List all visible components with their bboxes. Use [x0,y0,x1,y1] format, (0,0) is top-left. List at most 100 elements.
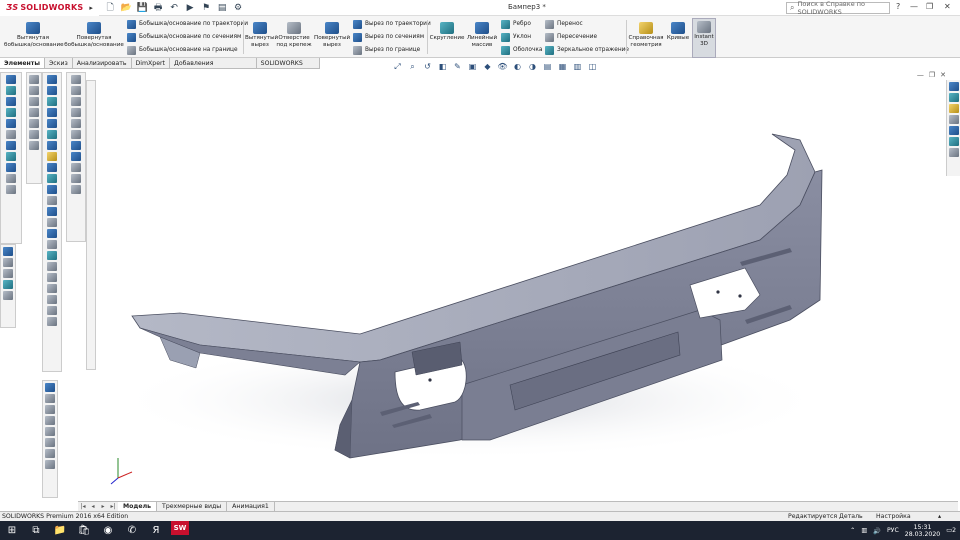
design-library-icon[interactable] [948,93,959,102]
left-tool-icon[interactable] [71,174,81,183]
select-icon[interactable]: ▶ [183,2,197,14]
rib-button[interactable]: Ребро [501,18,531,30]
hole-wizard-button[interactable]: Отверстие под крепеж [276,20,312,48]
tab-scroll-prev-icon[interactable]: ◂ [88,503,98,510]
left-tool-icon[interactable] [71,163,81,172]
left-tool-icon[interactable] [6,185,16,194]
rebuild-icon[interactable]: ⚑ [199,2,213,14]
lofted-cut-button[interactable]: Вырез по сечениям [353,31,424,43]
left-tool-icon[interactable] [6,108,16,117]
revolved-boss-button[interactable]: Повернутая бобышка/основание [64,20,124,48]
left-tool-icon[interactable] [47,163,57,172]
hide-show-items-icon[interactable]: 👁 [497,62,508,72]
graphics-area[interactable] [0,69,946,501]
left-tool-icon[interactable] [45,405,55,414]
tab-5[interactable]: SOLIDWORKS MBD [257,58,320,78]
extruded-boss-button[interactable]: Вытянутая бобышка/основание [4,20,64,48]
custom-properties-icon[interactable] [948,137,959,146]
left-tool-icon[interactable] [6,119,16,128]
left-tool-icon[interactable] [47,262,57,271]
left-tool-icon[interactable] [6,174,16,183]
open-folder-icon[interactable]: 📂 [119,2,133,14]
left-tool-icon[interactable] [47,97,57,106]
previous-view-icon[interactable]: ↺ [422,62,433,72]
left-tool-icon[interactable] [47,251,57,260]
close-icon[interactable]: ✕ [944,2,951,11]
left-tool-icon[interactable] [6,141,16,150]
fillet-button[interactable]: Скругление [429,20,465,42]
solidworks-logo[interactable]: ƷS SOLIDWORKS ▸ [0,0,100,16]
bottom-tab-1[interactable]: Трехмерные виды [157,501,228,512]
viber-icon[interactable]: ✆ [120,521,144,540]
print-icon[interactable]: 🖶 [151,2,165,14]
flyout-handle-strip[interactable] [86,80,96,370]
left-tool-icon[interactable] [71,75,81,84]
left-tool-icon[interactable] [45,449,55,458]
left-tool-icon[interactable] [3,258,13,267]
appearances-icon[interactable] [948,126,959,135]
left-tool-icon[interactable] [29,130,39,139]
left-tool-icon[interactable] [3,280,13,289]
tray-chevron-icon[interactable]: ⌃ [850,527,855,534]
left-tool-icon[interactable] [6,152,16,161]
left-tool-icon[interactable] [47,86,57,95]
boundary-boss-button[interactable]: Бобышка/основание на границе [127,44,238,56]
dynamic-annotation-icon[interactable]: ✎ [452,62,463,72]
left-tool-icon[interactable] [29,108,39,117]
left-tool-icon[interactable] [47,284,57,293]
view-tool-icon-a[interactable]: ▦ [557,62,568,72]
file-properties-icon[interactable]: ▤ [215,2,229,14]
left-tool-icon[interactable] [71,152,81,161]
minimize-icon[interactable]: — [910,2,918,11]
left-tool-icon[interactable] [47,295,57,304]
left-tool-icon[interactable] [47,75,57,84]
left-tool-icon[interactable] [29,97,39,106]
viewport-close-icon[interactable]: ✕ [940,71,946,79]
lofted-boss-button[interactable]: Бобышка/основание по сечениям [127,31,241,43]
task-view-icon[interactable]: ⧉ [24,521,48,540]
left-tool-icon[interactable] [45,438,55,447]
forum-icon[interactable] [948,148,959,157]
linear-pattern-button[interactable]: Линейный массив [465,20,499,48]
left-tool-icon[interactable] [45,394,55,403]
left-tool-icon[interactable] [71,130,81,139]
save-icon[interactable]: 💾 [135,2,149,14]
left-tool-icon[interactable] [29,75,39,84]
intersect-button[interactable]: Пересечение [545,31,597,43]
tab-3[interactable]: DimXpert [132,58,170,68]
bottom-tab-0[interactable]: Модель [118,501,158,512]
view-tool-icon-c[interactable]: ◫ [587,62,598,72]
left-tool-icon[interactable] [29,119,39,128]
curves-button[interactable]: Кривые [665,20,691,42]
left-tool-icon[interactable] [47,273,57,282]
mirror-button[interactable]: Зеркальное отражение [545,44,629,56]
left-tool-icon[interactable] [47,185,57,194]
left-tool-icon[interactable] [29,141,39,150]
zoom-to-fit-icon[interactable]: ⤢ [392,62,403,72]
left-tool-icon[interactable] [47,240,57,249]
left-tool-icon[interactable] [47,108,57,117]
left-tool-icon[interactable] [47,130,57,139]
left-tool-icon[interactable] [71,108,81,117]
draft-button[interactable]: Уклон [501,31,531,43]
view-tool-icon-b[interactable]: ▥ [572,62,583,72]
left-tool-icon[interactable] [3,291,13,300]
left-tool-icon[interactable] [71,97,81,106]
tab-scroll-next-icon[interactable]: ▸ [98,503,108,510]
tab-0[interactable]: Элементы [0,58,45,68]
left-tool-icon[interactable] [71,141,81,150]
new-document-icon[interactable]: 🗋 [103,2,117,14]
section-view-icon[interactable]: ◧ [437,62,448,72]
restore-icon[interactable]: ❐ [926,2,933,11]
left-tool-icon[interactable] [47,306,57,315]
left-tool-icon[interactable] [45,383,55,392]
bottom-tab-2[interactable]: Анимация1 [227,501,275,512]
solidworks-resources-icon[interactable] [948,82,959,91]
left-tool-icon[interactable] [47,207,57,216]
left-tool-icon[interactable] [45,416,55,425]
windows-start-icon[interactable]: ⊞ [0,521,24,540]
store-icon[interactable]: 🛍 [72,521,96,540]
language-indicator[interactable]: РУС [887,527,899,534]
reference-geometry-button[interactable]: Справочная геометрия [628,20,664,48]
left-tool-icon[interactable] [6,163,16,172]
